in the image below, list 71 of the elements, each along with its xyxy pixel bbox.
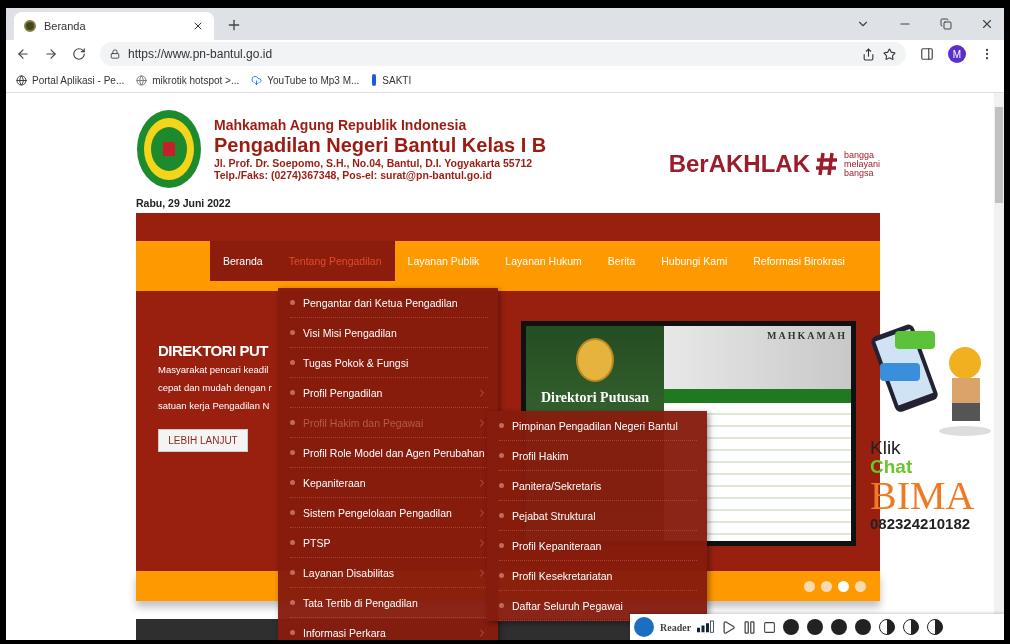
brand-logo-text: BerAKHLAK — [668, 150, 810, 178]
image-title: Direktori Putusan — [540, 390, 650, 406]
contrast-icon[interactable] — [902, 618, 921, 636]
tagline-text: bangsa — [843, 168, 874, 178]
bookmark[interactable]: SAKTI — [371, 74, 412, 86]
slide-text: satuan kerja Pengadilan N — [158, 399, 271, 413]
reader-label: Reader — [660, 621, 692, 633]
address-bar[interactable]: https://www.pn-bantul.go.id — [100, 42, 906, 66]
court-seal-icon — [136, 109, 202, 189]
side-panel-icon[interactable] — [920, 47, 934, 61]
slide-text: cepat dan mudah dengan r — [158, 381, 273, 395]
profile-avatar[interactable]: M — [948, 45, 966, 63]
menu-item[interactable]: Tugas Pokok & Fungsi — [290, 348, 488, 378]
menu-item[interactable]: Pimpinan Pengadilan Negeri Bantul — [499, 411, 697, 441]
contrast-icon[interactable] — [878, 618, 897, 636]
building-sign: MAHKAMAH — [767, 330, 847, 341]
emblem-icon — [576, 338, 614, 382]
menu-item[interactable]: Profil Pengadilan — [290, 378, 488, 408]
address-text: Jl. Prof. Dr. Soepomo, S.H., No.04, Bantul, D.I. Yogyakarta 55712 — [214, 157, 534, 169]
bookmark[interactable]: YouTube to Mp3 M... — [251, 74, 360, 86]
volume-bars-icon[interactable] — [697, 618, 716, 636]
cloud-download-icon — [251, 74, 263, 86]
globe-icon — [16, 74, 27, 86]
menu-item[interactable]: Panitera/Sekretaris — [499, 471, 697, 501]
new-tab-icon[interactable] — [226, 17, 242, 33]
restore-icon[interactable] — [940, 18, 952, 30]
tagline-text: melayani — [843, 159, 880, 169]
reload-icon[interactable] — [72, 47, 86, 61]
text-size-icon[interactable] — [830, 618, 849, 636]
forward-icon[interactable] — [44, 47, 58, 61]
slide-dot[interactable] — [838, 580, 849, 592]
slide-text: Masyarakat pencari keadil — [158, 363, 270, 377]
slide-dot[interactable] — [804, 580, 815, 592]
back-icon[interactable] — [16, 47, 30, 61]
bookmark[interactable]: Portal Aplikasi - Pe... — [16, 74, 125, 86]
hash-icon — [815, 151, 838, 177]
nav-item[interactable]: Beranda — [210, 241, 276, 281]
share-icon — [862, 47, 875, 61]
slide-title: DIREKTORI PUT — [158, 341, 268, 361]
menu-item[interactable]: Profil Hakim — [499, 441, 697, 471]
close-icon[interactable] — [980, 17, 994, 31]
organization-name: Mahkamah Agung Republik Indonesia — [214, 117, 468, 133]
site-title: Pengadilan Negeri Bantul Kelas I B — [214, 133, 547, 157]
contact-text: Telp./Faks: (0274)367348, Pos-el: surat@pn-bantul.go.id — [214, 169, 493, 181]
pause-icon[interactable] — [742, 619, 758, 635]
menu-item[interactable]: Profil Kesekretariatan — [499, 561, 697, 591]
browser-tab[interactable]: Beranda — [14, 12, 214, 40]
menu-item[interactable]: Visi Misi Pengadilan — [290, 318, 488, 348]
tagline-text: bangga — [843, 150, 874, 160]
read-more-button[interactable]: LEBIH LANJUT — [158, 429, 248, 452]
bookmark[interactable]: mikrotik hotspot >... — [136, 74, 240, 86]
menu-item[interactable]: Pengantar dari Ketua Pengadilan — [290, 288, 488, 318]
menu-item[interactable]: Pejabat Struktural — [499, 501, 697, 531]
date-text: Rabu, 29 Juni 2022 — [136, 197, 232, 209]
slide-dot[interactable] — [821, 580, 832, 592]
lock-icon — [110, 49, 120, 59]
menu-item[interactable]: Profil Kepaniteraan — [499, 531, 697, 561]
contrast-icon[interactable] — [926, 618, 945, 636]
reader-logo-icon — [634, 617, 654, 637]
star-icon — [883, 47, 896, 61]
stop-icon[interactable] — [763, 620, 777, 634]
bookmark-icon — [371, 74, 378, 86]
globe-icon — [136, 74, 148, 86]
slide-dot[interactable] — [855, 580, 866, 592]
text-size-icon[interactable] — [782, 618, 801, 636]
site-icon — [24, 20, 36, 32]
play-icon[interactable] — [721, 619, 737, 635]
close-icon — [192, 20, 204, 32]
text-size-icon[interactable] — [806, 618, 825, 636]
scrollbar-thumb[interactable] — [995, 107, 1003, 203]
text-size-icon[interactable] — [854, 618, 873, 636]
